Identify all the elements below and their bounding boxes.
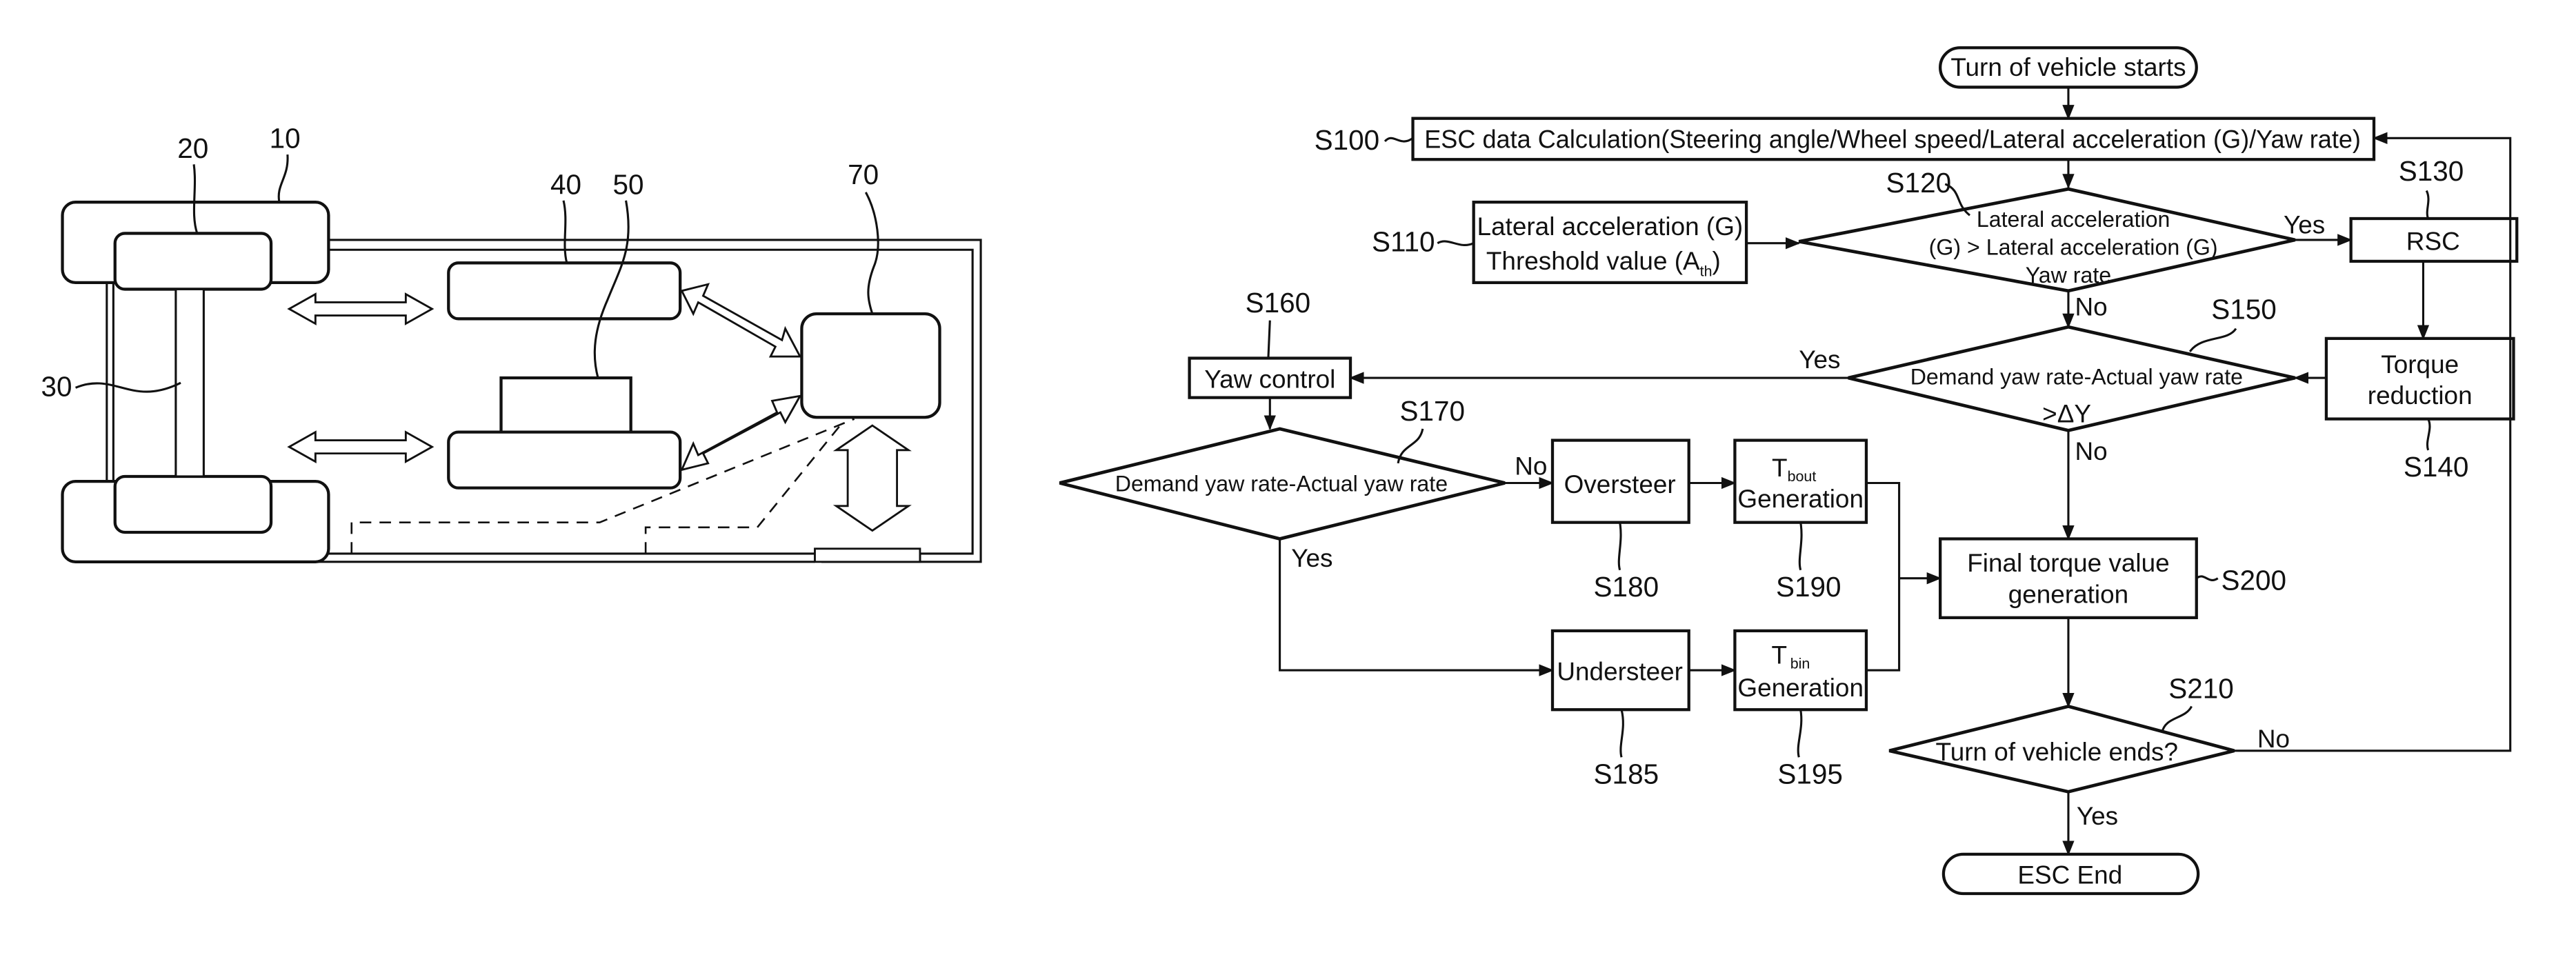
s110-line2: Threshold value (Ath) <box>1486 247 1721 280</box>
s190-ref: S190 <box>1776 571 1841 603</box>
s180-label: Oversteer <box>1564 470 1676 499</box>
s160-ref: S160 <box>1246 287 1311 319</box>
s190-line2: Generation <box>1737 485 1864 513</box>
s150-yes: Yes <box>1799 345 1840 374</box>
s210-no: No <box>2257 725 2290 753</box>
component-50-block <box>499 376 632 436</box>
s200-line1: Final torque value <box>1967 549 2169 577</box>
s130-label: RSC <box>2406 227 2460 255</box>
end-label: ESC End <box>2017 861 2122 889</box>
double-arrow-lower <box>287 430 435 463</box>
s120-no: No <box>2075 293 2107 321</box>
s100-ref: S100 <box>1315 124 1380 156</box>
ref-40: 40 <box>550 168 581 200</box>
frame-connector <box>814 547 921 563</box>
s140-line1: Torque <box>2381 350 2459 379</box>
s150-no: No <box>2075 437 2107 465</box>
double-arrow-upper <box>287 292 435 325</box>
s160-label: Yaw control <box>1204 365 1335 393</box>
s120-line3: Yaw rate <box>2026 263 2111 288</box>
s185-ref: S185 <box>1594 758 1659 789</box>
s210-ref: S210 <box>2168 673 2234 705</box>
s110-ref: S110 <box>1372 226 1435 258</box>
s120-yes: Yes <box>2284 210 2325 239</box>
s110-line1: Lateral acceleration (G) <box>1477 212 1744 241</box>
s150-ref: S150 <box>2211 293 2277 325</box>
ref-50: 50 <box>612 168 643 200</box>
s130-ref: S130 <box>2399 155 2464 187</box>
flowchart: Turn of vehicle starts ESC data Calculat… <box>1059 46 2519 896</box>
ref-70: 70 <box>848 159 879 190</box>
s140-ref: S140 <box>2404 451 2469 483</box>
s195-line2: Generation <box>1737 674 1864 702</box>
s170-no: No <box>1515 452 1547 481</box>
lower-box <box>447 430 682 490</box>
s140-line2: reduction <box>2368 381 2473 410</box>
s120-line1: Lateral acceleration <box>1977 207 2170 232</box>
hub-top <box>113 232 273 291</box>
s120-ref: S120 <box>1886 167 1952 199</box>
s150-line2: >ΔY <box>2042 399 2091 427</box>
diag-arrow-40-70 <box>680 283 802 358</box>
figure: 20 10 30 40 50 70 Turn of vehicle starts… <box>41 46 2519 896</box>
s100-label: ESC data Calculation(Steering angle/Whee… <box>1424 125 2361 154</box>
component-40-box <box>447 261 682 321</box>
ref-10: 10 <box>270 123 301 154</box>
s170-yes: Yes <box>1291 544 1332 572</box>
s120-line2: (G) > Lateral acceleration (G) <box>1929 234 2218 259</box>
s170-label: Demand yaw rate-Actual yaw rate <box>1115 471 1448 496</box>
diag-arrow-lower-70 <box>680 394 802 472</box>
s210-label: Turn of vehicle ends? <box>1936 738 2179 766</box>
s185-label: Understeer <box>1557 657 1683 685</box>
ref-30: 30 <box>41 370 72 402</box>
s170-ref: S170 <box>1399 395 1465 427</box>
s150-line1: Demand yaw rate-Actual yaw rate <box>1910 365 2243 390</box>
s210-yes: Yes <box>2077 802 2118 830</box>
hub-bottom <box>113 474 273 534</box>
component-70-box <box>800 312 941 419</box>
start-label: Turn of vehicle starts <box>1950 53 2186 81</box>
vehicle-diagram: 20 10 30 40 50 70 <box>41 123 982 563</box>
s200-ref: S200 <box>2221 564 2286 596</box>
s200-line2: generation <box>2008 580 2128 608</box>
s180-ref: S180 <box>1594 571 1659 603</box>
vertical-double-arrow <box>832 424 912 532</box>
s195-ref: S195 <box>1777 758 1843 789</box>
ref-20: 20 <box>177 132 208 164</box>
